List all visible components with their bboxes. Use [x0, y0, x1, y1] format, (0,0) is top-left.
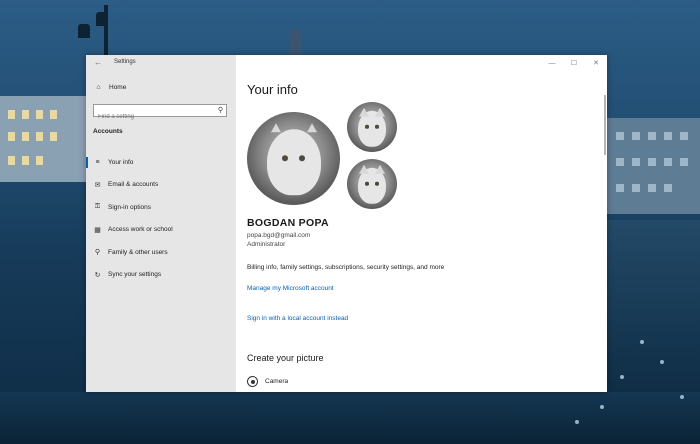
camera-icon	[247, 376, 258, 387]
sidebar: ← Settings ⌂ Home ⚲ Accounts ≡ Your info…	[86, 55, 236, 392]
settings-window: ← Settings ⌂ Home ⚲ Accounts ≡ Your info…	[86, 55, 607, 392]
recent-avatar[interactable]	[347, 102, 397, 152]
minimize-button[interactable]: —	[541, 55, 563, 71]
avatar	[247, 112, 340, 205]
back-arrow-icon[interactable]: ←	[94, 58, 102, 67]
manage-account-link[interactable]: Manage my Microsoft account	[247, 285, 334, 292]
sidebar-item-email-accounts[interactable]: ✉ Email & accounts	[86, 174, 236, 197]
user-role: Administrator	[247, 241, 286, 248]
wallpaper-tower	[290, 30, 302, 56]
wallpaper-lamp	[78, 24, 90, 38]
mail-icon: ✉	[94, 181, 101, 189]
close-button[interactable]: ✕	[585, 55, 607, 71]
key-icon: ⚿	[94, 203, 101, 211]
add-person-icon: ⚲	[94, 249, 101, 257]
main-content: — ☐ ✕ Your info BOGDAN POPA popa.bgd@gma…	[236, 55, 607, 392]
camera-label: Camera	[265, 378, 289, 385]
sidebar-item-your-info[interactable]: ≡ Your info	[86, 151, 236, 174]
wallpaper-building-left	[0, 96, 88, 182]
sidebar-item-label: Email & accounts	[108, 181, 159, 189]
sidebar-item-family-users[interactable]: ⚲ Family & other users	[86, 241, 236, 264]
sidebar-item-label: Sign-in options	[108, 203, 151, 211]
briefcase-icon: ▦	[94, 226, 101, 234]
section-heading-accounts: Accounts	[93, 128, 123, 135]
wallpaper-lamp	[96, 12, 108, 26]
sidebar-item-access-work[interactable]: ▦ Access work or school	[86, 219, 236, 242]
home-icon: ⌂	[96, 84, 101, 91]
search-input[interactable]	[94, 111, 208, 123]
home-nav-item[interactable]: ⌂ Home	[94, 84, 126, 91]
window-title: Settings	[114, 59, 136, 65]
wallpaper-water	[607, 220, 700, 392]
sidebar-item-label: Family & other users	[108, 248, 168, 256]
local-account-link[interactable]: Sign in with a local account instead	[247, 315, 348, 322]
window-controls: — ☐ ✕	[541, 55, 607, 71]
user-name: BOGDAN POPA	[247, 217, 329, 229]
home-label: Home	[109, 84, 127, 91]
page-title: Your info	[247, 82, 298, 97]
user-email: popa.bgd@gmail.com	[247, 232, 311, 239]
sidebar-item-label: Your info	[108, 158, 134, 166]
sidebar-item-label: Sync your settings	[108, 271, 162, 279]
camera-option[interactable]: Camera	[247, 376, 288, 387]
wallpaper-ground	[0, 392, 700, 444]
sidebar-item-sync-settings[interactable]: ↻ Sync your settings	[86, 264, 236, 287]
maximize-button[interactable]: ☐	[563, 55, 585, 71]
recent-avatar[interactable]	[347, 159, 397, 209]
search-box[interactable]: ⚲	[93, 104, 227, 123]
wallpaper-building-right	[606, 118, 700, 214]
sidebar-nav: ≡ Your info ✉ Email & accounts ⚿ Sign-in…	[86, 151, 236, 286]
billing-description: Billing info, family settings, subscript…	[247, 264, 445, 271]
scrollbar[interactable]	[604, 95, 606, 155]
titlebar: ← Settings	[86, 55, 236, 71]
create-picture-heading: Create your picture	[247, 353, 324, 363]
sync-icon: ↻	[94, 271, 101, 279]
search-icon[interactable]: ⚲	[218, 106, 223, 114]
sidebar-item-sign-in-options[interactable]: ⚿ Sign-in options	[86, 196, 236, 219]
person-card-icon: ≡	[95, 158, 100, 166]
sidebar-item-label: Access work or school	[108, 226, 173, 234]
